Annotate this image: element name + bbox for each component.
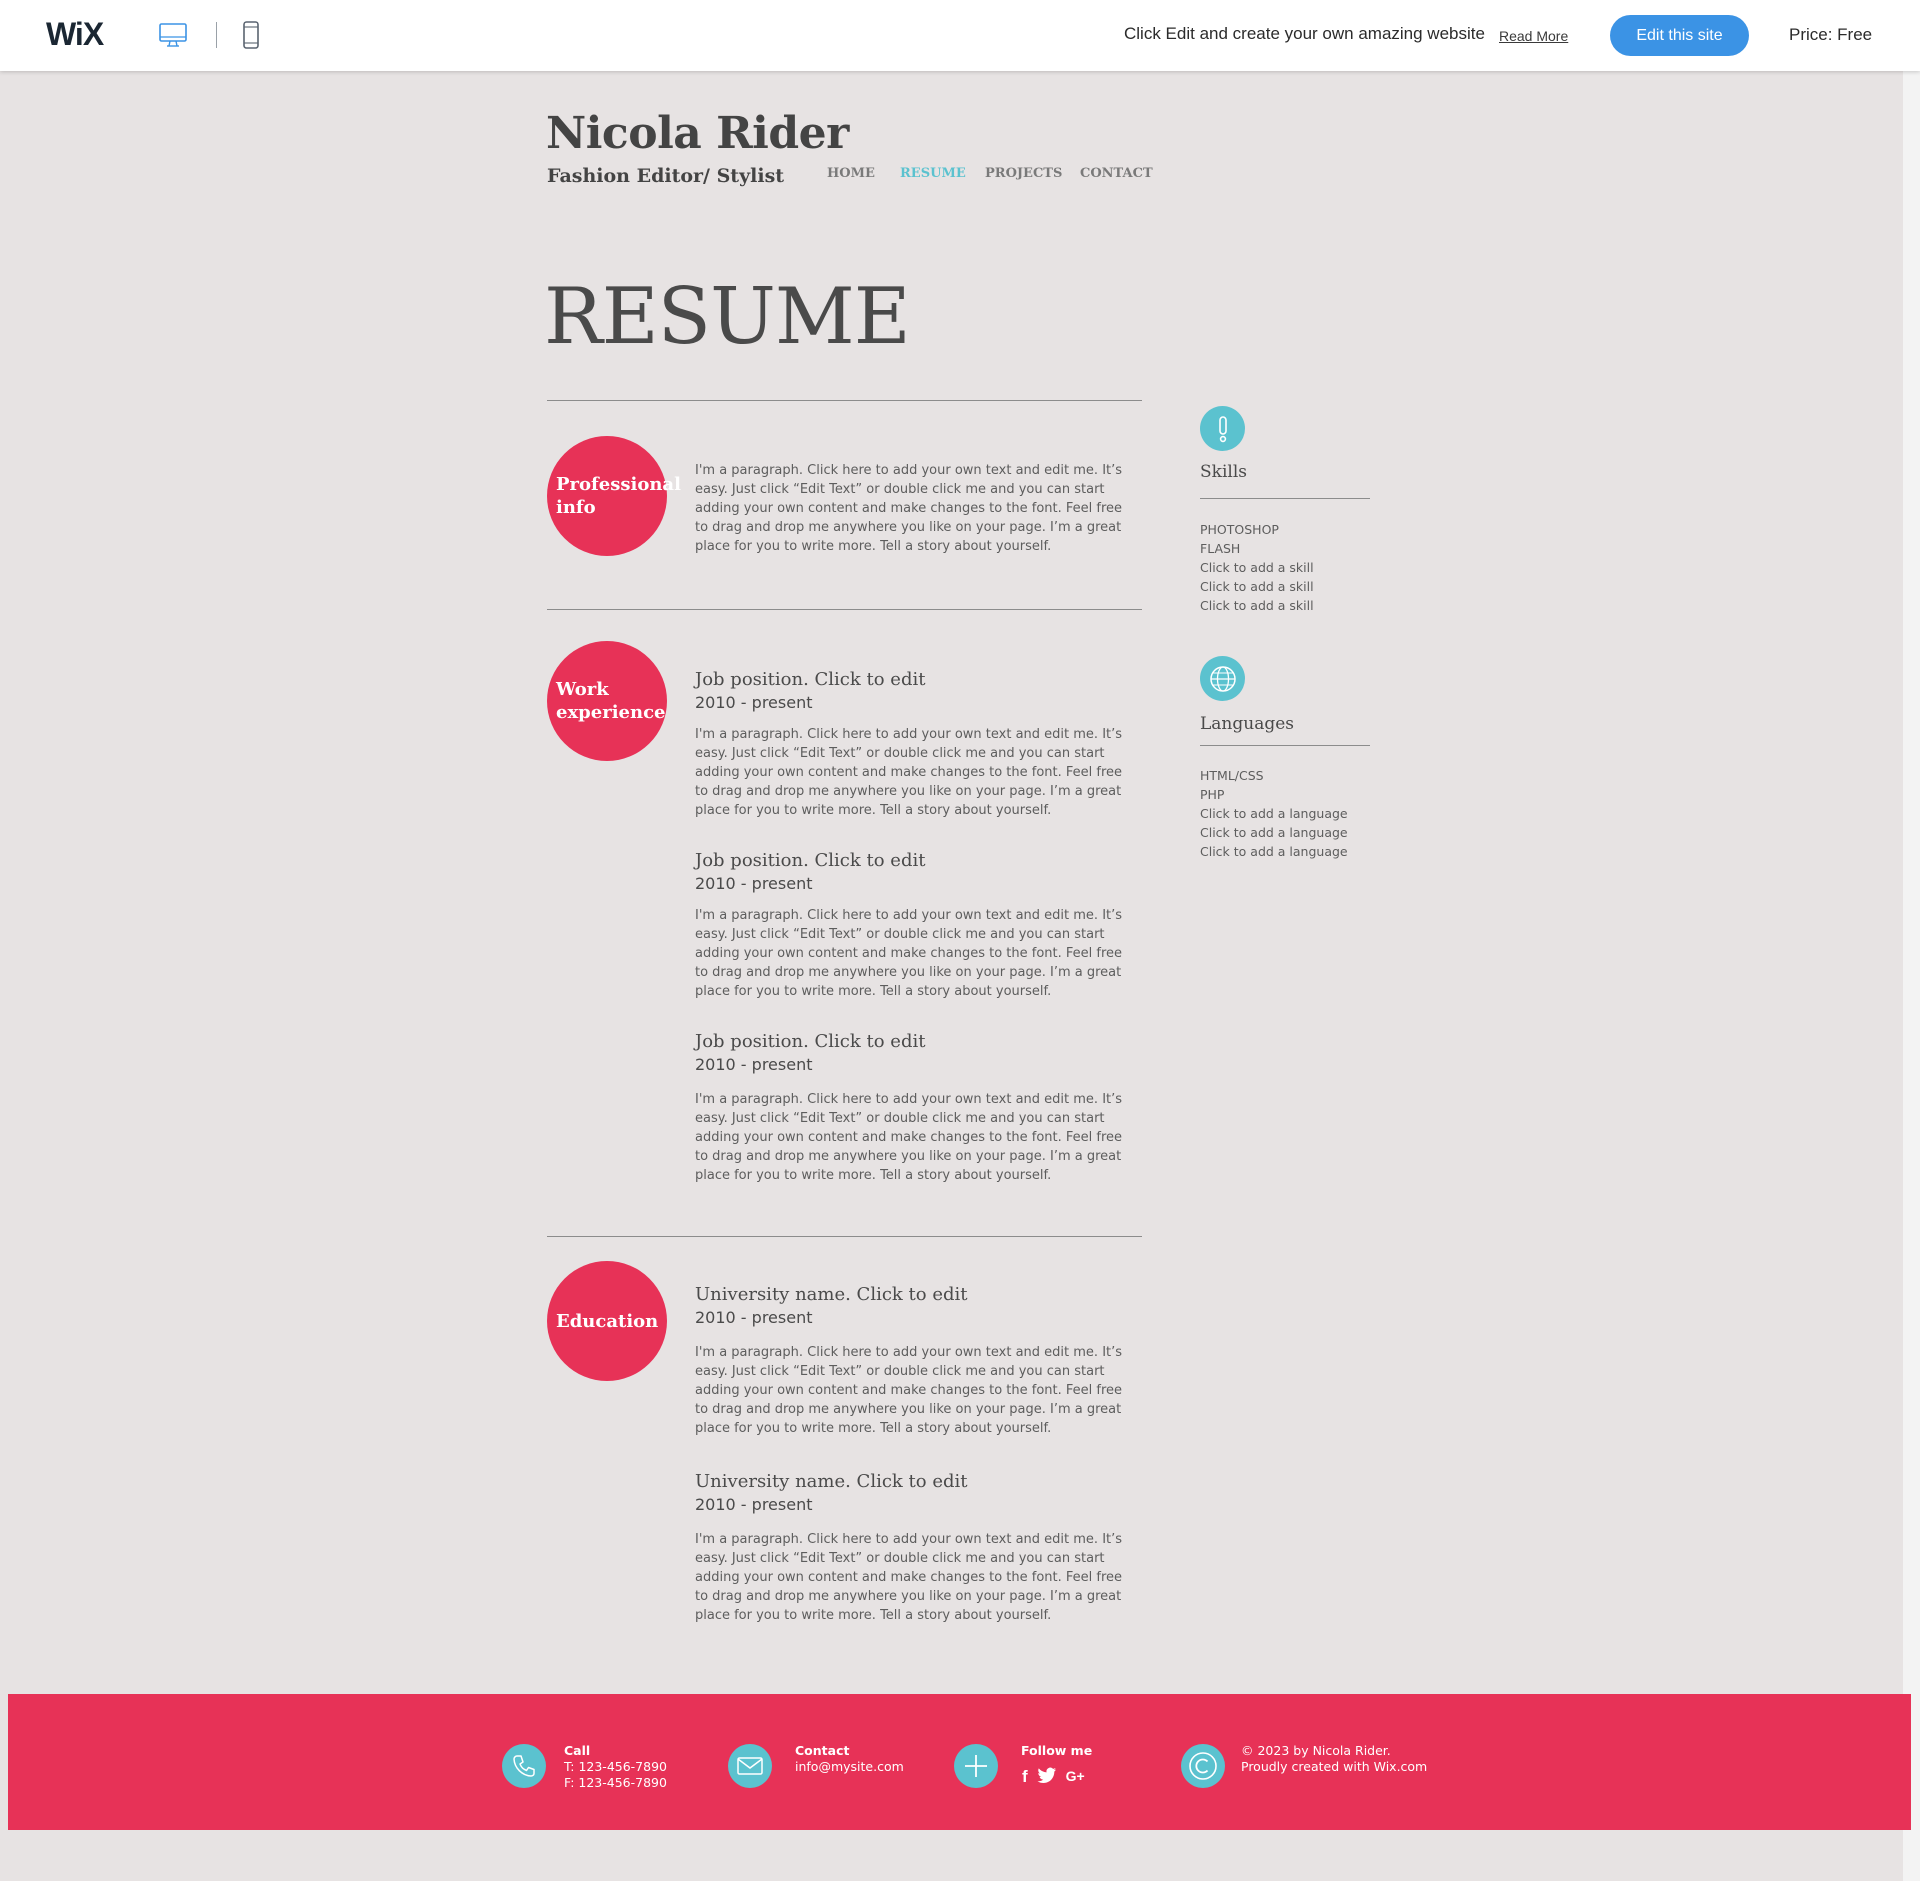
job-date[interactable]: 2010 - present (695, 693, 812, 712)
page-scrollbar[interactable] (1903, 71, 1920, 1881)
skills-list: PHOTOSHOP FLASH Click to add a skill Cli… (1200, 520, 1314, 615)
work-experience-label: Work experience (556, 679, 666, 723)
contact-label: Contact (795, 1743, 850, 1758)
copyright-info: © 2023 by Nicola Rider. Proudly created … (1241, 1743, 1427, 1775)
site-footer: Call T: 123-456-7890 F: 123-456-7890 Con… (8, 1694, 1911, 1830)
language-item[interactable]: HTML/CSS (1200, 766, 1348, 785)
job-date[interactable]: 2010 - present (695, 874, 812, 893)
desktop-view-icon[interactable] (158, 20, 188, 50)
copyright-line: © 2023 by Nicola Rider. (1241, 1743, 1391, 1758)
education-label: Education (556, 1310, 659, 1332)
page-title: RESUME (544, 272, 911, 362)
language-item[interactable]: Click to add a language (1200, 804, 1348, 823)
wix-logo[interactable]: WiX (46, 16, 104, 53)
job-description[interactable]: I'm a paragraph. Click here to add your … (695, 725, 1125, 820)
phone-icon (502, 1744, 546, 1788)
nav-projects[interactable]: PROJECTS (985, 166, 1062, 181)
job-date[interactable]: 2010 - present (695, 1055, 812, 1074)
education-date[interactable]: 2010 - present (695, 1308, 812, 1327)
device-divider (216, 22, 217, 48)
education-title[interactable]: University name. Click to edit (695, 1471, 968, 1492)
read-more-link[interactable]: Read More (1499, 28, 1568, 44)
education-badge: Education (547, 1261, 667, 1381)
mail-icon (728, 1744, 772, 1788)
job-title[interactable]: Job position. Click to edit (695, 1031, 925, 1052)
skill-item[interactable]: Click to add a skill (1200, 596, 1314, 615)
section-divider (547, 609, 1142, 610)
copyright-icon (1181, 1744, 1225, 1788)
plus-icon (954, 1744, 998, 1788)
professional-info-badge: Professional info (547, 436, 681, 556)
education-title[interactable]: University name. Click to edit (695, 1284, 968, 1305)
google-plus-icon[interactable]: G+ (1066, 1768, 1085, 1789)
professional-info-text[interactable]: I'm a paragraph. Click here to add your … (695, 461, 1125, 556)
work-experience-badge: Work experience (547, 641, 667, 761)
skills-heading[interactable]: Skills (1200, 462, 1247, 482)
nav-contact[interactable]: CONTACT (1080, 166, 1153, 181)
job-title[interactable]: Job position. Click to edit (695, 669, 925, 690)
mobile-view-icon[interactable] (242, 20, 260, 50)
language-item[interactable]: PHP (1200, 785, 1348, 804)
languages-heading[interactable]: Languages (1200, 714, 1294, 734)
twitter-icon[interactable] (1037, 1767, 1057, 1789)
globe-icon (1200, 656, 1245, 701)
languages-list: HTML/CSS PHP Click to add a language Cli… (1200, 766, 1348, 861)
call-info: Call T: 123-456-7890 F: 123-456-7890 (564, 1743, 667, 1791)
site-name[interactable]: Nicola Rider (546, 108, 849, 159)
languages-divider (1200, 745, 1370, 746)
job-description[interactable]: I'm a paragraph. Click here to add your … (695, 906, 1125, 1001)
nav-home[interactable]: HOME (827, 166, 875, 181)
section-divider (547, 1236, 1142, 1237)
language-item[interactable]: Click to add a language (1200, 823, 1348, 842)
skill-item[interactable]: FLASH (1200, 539, 1314, 558)
follow-info: Follow me (1021, 1743, 1092, 1759)
professional-info-label: Professional info (556, 474, 681, 518)
call-label: Call (564, 1743, 591, 1758)
education-description[interactable]: I'm a paragraph. Click here to add your … (695, 1530, 1125, 1625)
skills-divider (1200, 498, 1370, 499)
fax-number[interactable]: F: 123-456-7890 (564, 1775, 667, 1790)
job-title[interactable]: Job position. Click to edit (695, 850, 925, 871)
wix-credit-line[interactable]: Proudly created with Wix.com (1241, 1759, 1427, 1774)
nav-resume[interactable]: RESUME (900, 166, 966, 181)
education-description[interactable]: I'm a paragraph. Click here to add your … (695, 1343, 1125, 1438)
exclamation-icon (1200, 406, 1245, 451)
promo-text: Click Edit and create your own amazing w… (1124, 24, 1485, 43)
email-link[interactable]: info@mysite.com (795, 1759, 904, 1774)
skill-item[interactable]: PHOTOSHOP (1200, 520, 1314, 539)
social-links: f G+ (1022, 1767, 1085, 1789)
site-tagline[interactable]: Fashion Editor/ Stylist (547, 165, 784, 187)
phone-number[interactable]: T: 123-456-7890 (564, 1759, 667, 1774)
job-description[interactable]: I'm a paragraph. Click here to add your … (695, 1090, 1125, 1185)
wix-top-bar: WiX Click Edit and create your own amazi… (0, 0, 1920, 71)
edit-site-button[interactable]: Edit this site (1610, 15, 1749, 56)
skill-item[interactable]: Click to add a skill (1200, 577, 1314, 596)
section-divider (547, 400, 1142, 401)
facebook-icon[interactable]: f (1022, 1767, 1028, 1789)
skill-item[interactable]: Click to add a skill (1200, 558, 1314, 577)
price-label: Price: Free (1789, 25, 1873, 44)
contact-info: Contact info@mysite.com (795, 1743, 904, 1775)
follow-label: Follow me (1021, 1743, 1093, 1758)
language-item[interactable]: Click to add a language (1200, 842, 1348, 861)
education-date[interactable]: 2010 - present (695, 1495, 812, 1514)
